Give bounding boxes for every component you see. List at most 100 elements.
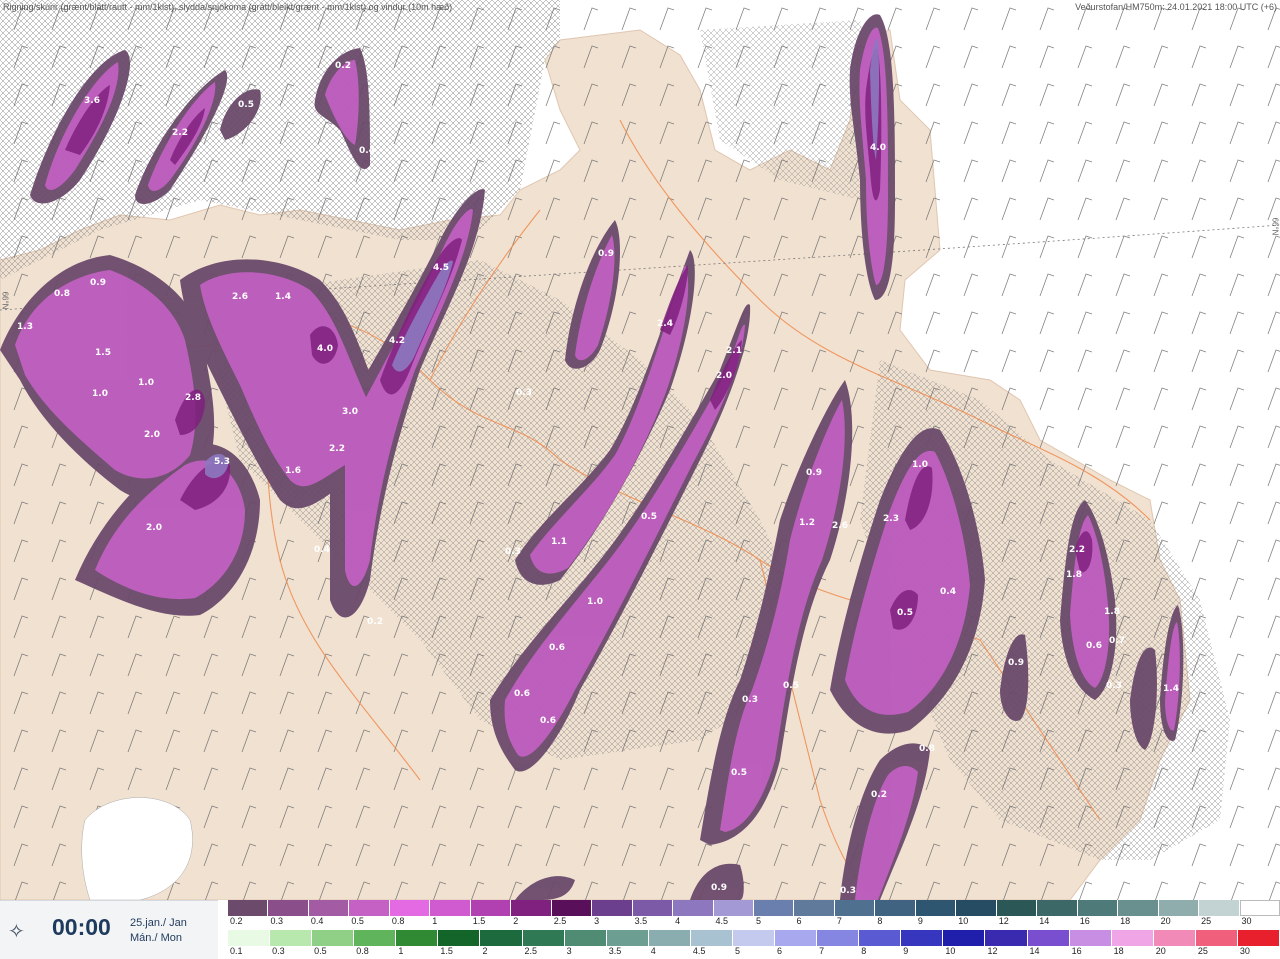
precip-value-label: 4.5 <box>433 263 449 273</box>
precip-value-label: 2.2 <box>1069 545 1085 555</box>
scale-label: 1 <box>398 946 404 956</box>
map-title: Rigning/skúrir (grænt/blátt/rautt - mm/1… <box>3 2 453 12</box>
precip-value-label: 0.8 <box>919 744 935 754</box>
scale-swatch <box>438 930 481 946</box>
compass-star-icon: ✧ <box>8 919 25 943</box>
scale-swatch <box>1239 900 1280 916</box>
scale-label: 3 <box>594 916 600 926</box>
rain-color-scale: 0.1 0.3 0.5 0.8 1 1.5 2 2.5 3 3.5 4 4.5 5 6 7 8 9 10 12 14 1… <box>228 930 1280 958</box>
snow-color-scale: 0.2 0.3 0.4 0.5 0.8 1 1.5 2 2.5 3 3.5 4 4.5 5 6 7 8 9 10 12… <box>228 900 1280 928</box>
model-run-info: Veðurstofan/HM750m: 24.01.2021 18:00 UTC… <box>1075 2 1277 12</box>
scale-label: 3.5 <box>608 946 622 956</box>
scale-label: 1.5 <box>472 916 486 926</box>
scale-swatch <box>308 900 350 916</box>
scale-label: 8 <box>861 946 867 956</box>
precip-value-label: 1.8 <box>1104 607 1120 617</box>
scale-swatch <box>732 930 776 946</box>
scale-swatch <box>901 930 944 946</box>
precip-value-label: 1.6 <box>285 466 301 476</box>
scale-label: 4.5 <box>715 916 729 926</box>
scale-swatch <box>875 900 916 916</box>
scale-label: 7 <box>836 916 842 926</box>
scale-label: 25 <box>1197 946 1208 956</box>
scale-swatch <box>859 930 902 946</box>
scale-label: 30 <box>1241 916 1252 926</box>
scale-swatch <box>480 930 523 946</box>
precip-value-label: 0.3 <box>742 695 758 705</box>
scale-swatch <box>270 930 313 946</box>
precip-value-label: 1.4 <box>275 292 291 302</box>
scale-label: 10 <box>945 946 956 956</box>
scale-swatch <box>1111 930 1154 946</box>
time-panel: ✧ 00:00 25.jan./ Jan Mán./ Mon <box>0 900 218 959</box>
scale-label: 5 <box>734 946 740 956</box>
scale-label: 6 <box>777 946 783 956</box>
scale-swatch <box>396 930 439 946</box>
precip-value-label: 2.0 <box>144 430 160 440</box>
scale-swatch <box>551 900 593 916</box>
scale-label: 6 <box>796 916 802 926</box>
precip-value-label: 0.4 <box>359 146 375 156</box>
precip-value-label: 2.6 <box>232 292 248 302</box>
scale-swatch <box>943 930 986 946</box>
precip-value-label: 1.3 <box>17 322 33 332</box>
scale-label: 2 <box>482 946 488 956</box>
precip-value-label: 3.0 <box>342 407 358 417</box>
precip-value-label: 0.6 <box>540 716 556 726</box>
scale-swatch <box>606 930 649 946</box>
precip-value-label: 1.0 <box>138 378 154 388</box>
scale-label: 1 <box>432 916 438 926</box>
scale-swatch <box>430 900 471 916</box>
scale-label: 0.3 <box>272 946 285 956</box>
scale-label: 18 <box>1120 916 1131 926</box>
scale-label: 5 <box>756 916 762 926</box>
scale-swatch <box>268 900 309 916</box>
precip-value-label: 1.1 <box>551 537 567 547</box>
scale-label: 16 <box>1071 946 1082 956</box>
precip-value-label: 1.0 <box>92 389 108 399</box>
scale-swatch <box>312 930 355 946</box>
scale-swatch <box>1069 930 1112 946</box>
scale-swatch <box>1077 900 1119 916</box>
scale-label: 10 <box>958 916 969 926</box>
precip-value-label: 4.0 <box>317 344 333 354</box>
scale-label: 1.5 <box>440 946 453 956</box>
scale-label: 4.5 <box>692 946 706 956</box>
scale-swatch <box>1118 900 1159 916</box>
scale-swatch <box>389 900 431 916</box>
precip-value-label: 2.2 <box>172 128 188 138</box>
scale-swatch <box>1199 900 1240 916</box>
valid-time: 00:00 <box>52 914 111 940</box>
scale-swatch <box>915 900 957 916</box>
scale-label: 18 <box>1113 946 1124 956</box>
precip-value-label: 0.3 <box>840 886 856 896</box>
precip-value-label: 0.9 <box>598 249 614 259</box>
precip-value-label: 2.2 <box>329 444 345 454</box>
precip-value-label: 0.2 <box>871 790 887 800</box>
scale-label: 3.5 <box>634 916 648 926</box>
precip-value-label: 0.9 <box>1008 658 1024 668</box>
scale-swatch <box>834 900 876 916</box>
scale-label: 12 <box>998 916 1009 926</box>
precip-value-label: 0.3 <box>505 547 521 557</box>
precip-value-label: 0.9 <box>90 278 106 288</box>
precip-value-label: 0.4 <box>314 545 330 555</box>
scale-label: 12 <box>987 946 998 956</box>
scale-label: 20 <box>1155 946 1166 956</box>
scale-swatch <box>648 930 691 946</box>
scale-label: 0.4 <box>310 916 324 926</box>
precip-value-label: 0.8 <box>54 289 70 299</box>
precip-value-label: 1.2 <box>799 518 815 528</box>
scale-swatch <box>1153 930 1196 946</box>
scale-label: 25 <box>1201 916 1212 926</box>
scale-label: 9 <box>903 946 909 956</box>
precip-value-label: 0.3 <box>1106 681 1122 691</box>
scale-swatch <box>673 900 714 916</box>
scale-label: 14 <box>1039 916 1050 926</box>
scale-label: 2 <box>513 916 519 926</box>
scale-label: 8 <box>877 916 883 926</box>
scale-label: 0.1 <box>230 946 243 956</box>
precip-value-label: 1.5 <box>95 348 111 358</box>
precip-value-label: 4.0 <box>870 143 886 153</box>
scale-swatch <box>754 900 795 916</box>
